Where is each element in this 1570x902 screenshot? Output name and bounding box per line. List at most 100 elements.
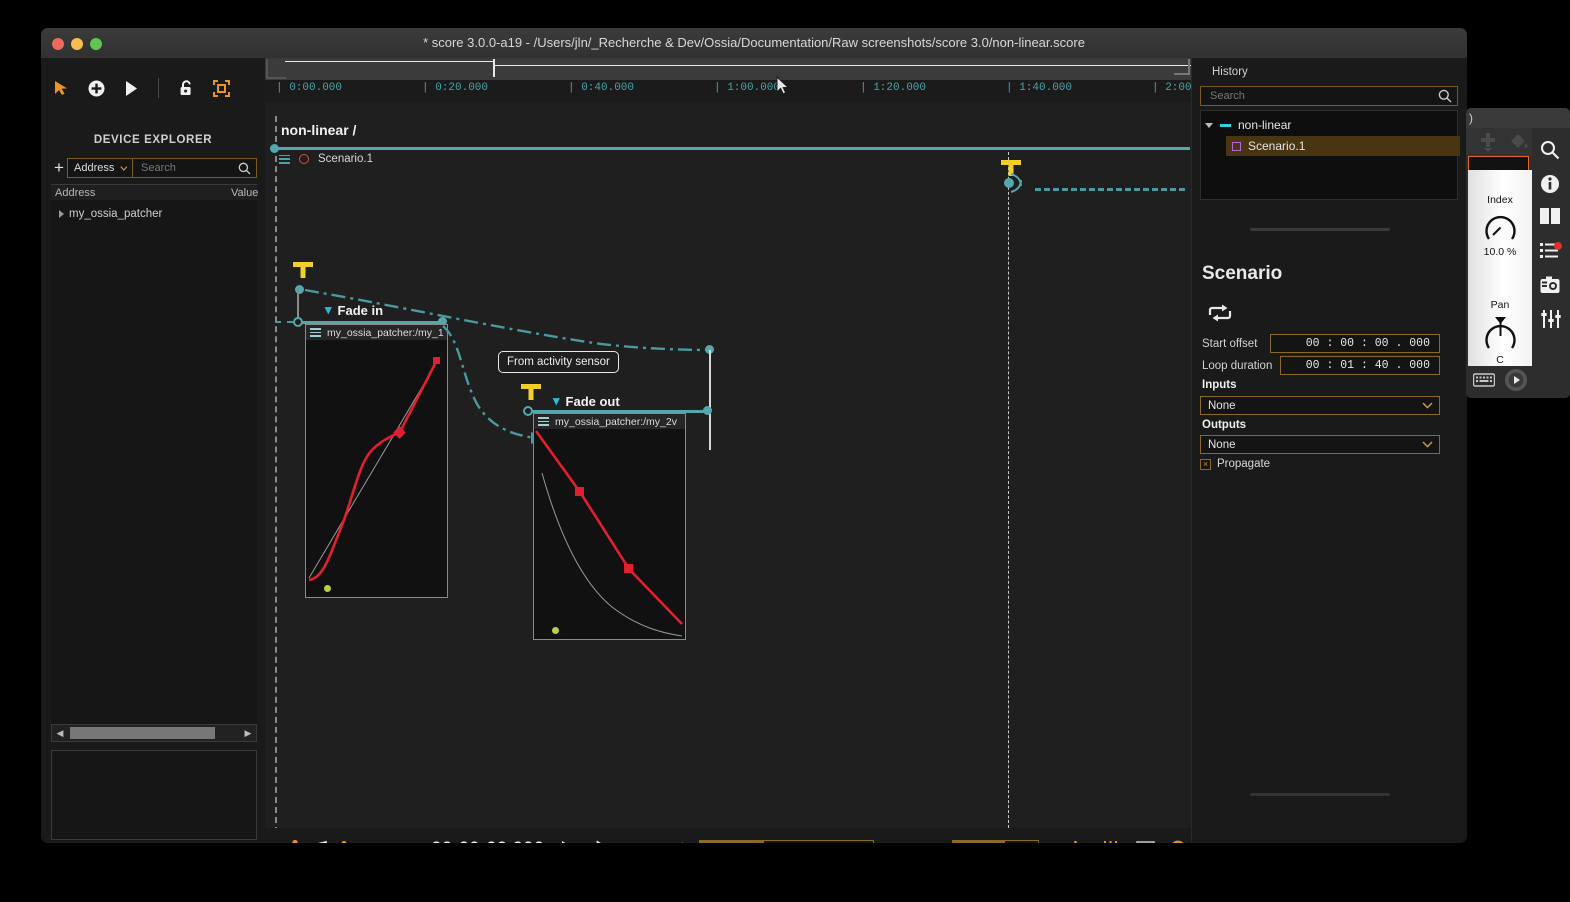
history-list[interactable]: non-linear Scenario.1 <box>1200 110 1460 200</box>
scroll-right-icon[interactable]: ▶ <box>240 725 256 741</box>
scenario-child-label: Scenario.1 <box>318 153 373 165</box>
camera-icon[interactable] <box>1540 276 1562 298</box>
scenario-canvas[interactable]: non-linear / Scenario.1 ▾ Fade in my_oss… <box>265 102 1191 843</box>
search-icon <box>1438 89 1452 103</box>
minimap-left-handle[interactable] <box>266 59 286 79</box>
start-offset-field[interactable]: 00 : 00 : 00 . 000 <box>1270 334 1440 353</box>
scrollbar-thumb[interactable] <box>70 727 215 739</box>
pan-knob[interactable] <box>1483 315 1518 353</box>
arrow-cursor-icon[interactable] <box>49 76 73 100</box>
propagate-checkbox[interactable]: × <box>1200 458 1211 470</box>
panel-divider[interactable] <box>1250 228 1390 231</box>
fade-out-start-marker[interactable] <box>552 627 559 634</box>
volume-field[interactable]: vol: -6.0 dB <box>952 840 1039 843</box>
menu-icon[interactable] <box>279 154 290 164</box>
fade-in-curve[interactable] <box>306 340 447 597</box>
history-item-non-linear[interactable]: non-linear <box>1205 115 1451 135</box>
fade-out-curve[interactable] <box>534 429 685 639</box>
sliders-icon[interactable] <box>1540 310 1562 332</box>
list-badge-icon[interactable] <box>1540 242 1562 264</box>
keyboard-icon[interactable] <box>1472 372 1495 393</box>
index-knob[interactable] <box>1483 210 1518 245</box>
caret-down-icon[interactable] <box>1205 122 1213 128</box>
right-branch-stem <box>709 350 711 450</box>
root-end-trigger[interactable] <box>985 160 1035 205</box>
expand-arrow-icon[interactable] <box>59 210 64 218</box>
device-tree-hscrollbar[interactable]: ◀ ▶ <box>51 724 257 742</box>
fade-out-automation-box[interactable]: my_ossia_patcher:/my_2v <box>533 413 686 640</box>
history-search-box[interactable] <box>1200 86 1458 106</box>
unlock-icon[interactable] <box>174 76 198 100</box>
console-icon[interactable] <box>1135 838 1156 843</box>
loop-icon[interactable] <box>1206 302 1234 324</box>
play-triangle-icon[interactable] <box>119 76 143 100</box>
mixer-icon[interactable] <box>1100 838 1121 843</box>
history-item-label: Scenario.1 <box>1248 139 1306 153</box>
timeline-ruler[interactable]: | 0:00.000 | 0:20.000 | 0:40.000 | 1:00.… <box>265 80 1198 103</box>
menu-icon[interactable] <box>538 417 549 426</box>
fade-out-title: Fade out <box>565 393 620 409</box>
fade-out-label[interactable]: ▾ Fade out <box>553 393 620 409</box>
curve-tool-icon[interactable] <box>341 838 363 843</box>
rewind-icon[interactable] <box>663 838 684 843</box>
max-patcher-window[interactable]: ) Index 10.0 % Pan C <box>1466 108 1570 398</box>
filter-mode-select[interactable]: Address <box>67 158 133 178</box>
max-window-titlebar[interactable]: ) <box>1466 108 1570 128</box>
add-device-button[interactable]: + <box>51 158 67 178</box>
root-interval-bar[interactable] <box>274 147 1190 150</box>
search-icon[interactable] <box>1540 140 1562 162</box>
scroll-left-icon[interactable]: ◀ <box>52 725 68 741</box>
max-window-title: ) <box>1469 111 1473 125</box>
max-bottom-bar <box>1468 366 1532 398</box>
scenario-comment[interactable]: From activity sensor <box>498 351 619 373</box>
root-dashed-continuation <box>1035 188 1185 191</box>
propagate-checkbox-row[interactable]: × Propagate <box>1200 458 1270 470</box>
device-search-box[interactable] <box>133 158 257 178</box>
history-search-input[interactable] <box>1208 89 1412 103</box>
scenario-icon[interactable] <box>279 838 300 843</box>
square-icon <box>1232 141 1241 151</box>
history-title: History <box>1212 66 1248 78</box>
score-editor: | 0:00.000 | 0:20.000 | 0:40.000 | 1:00.… <box>265 58 1198 843</box>
fade-out-address: my_ossia_patcher:/my_2v <box>555 415 677 428</box>
speed-field[interactable]: speed: × 1 .00 <box>698 840 875 843</box>
power-icon[interactable] <box>1065 838 1086 843</box>
stop-icon[interactable] <box>628 838 649 844</box>
ruler-tick-4: | 1:20.000 <box>860 82 927 94</box>
scenario-root-label: non-linear / <box>281 122 357 138</box>
ruler-tick-2: | 0:40.000 <box>568 82 635 94</box>
play-circle-icon[interactable] <box>1504 368 1528 397</box>
plus-circle-icon[interactable] <box>84 76 108 100</box>
play-outline-icon[interactable] <box>593 838 614 843</box>
tree-item-my-ossia-patcher[interactable]: my_ossia_patcher <box>51 206 162 222</box>
panel-divider-bottom[interactable] <box>1250 793 1390 796</box>
panel-icon[interactable] <box>1540 208 1562 230</box>
scrollbar-track[interactable] <box>68 725 240 741</box>
play-icon[interactable] <box>558 838 579 843</box>
search-icon[interactable] <box>1170 838 1191 843</box>
fade-out-end-node[interactable] <box>703 406 712 415</box>
history-item-label: non-linear <box>1238 118 1292 132</box>
device-search-input[interactable] <box>139 161 213 175</box>
fit-selection-icon[interactable] <box>209 76 233 100</box>
history-item-scenario-1[interactable]: Scenario.1 <box>1226 136 1460 156</box>
minimap-right-handle[interactable] <box>1174 59 1190 75</box>
loop-duration-label: Loop duration <box>1202 360 1273 372</box>
info-icon[interactable] <box>1540 174 1562 196</box>
start-offset-row: Start offset <box>1202 335 1257 353</box>
fade-in-start-marker[interactable] <box>324 585 331 592</box>
outputs-select[interactable]: None <box>1200 435 1440 454</box>
music-note-icon[interactable] <box>310 838 331 843</box>
transport-time[interactable]: 00:00:00.000 <box>431 839 544 844</box>
ruler-tick-3: | 1:00.000 <box>714 82 781 94</box>
mouse-cursor <box>776 76 790 95</box>
fade-out-box-header[interactable]: my_ossia_patcher:/my_2v <box>534 414 685 429</box>
inputs-select[interactable]: None <box>1200 396 1440 415</box>
timeline-minimap[interactable] <box>265 58 1195 80</box>
add-object-icon[interactable] <box>1478 130 1498 157</box>
paint-bucket-icon[interactable] <box>1509 131 1531 156</box>
scenario-child-row[interactable]: Scenario.1 <box>279 153 373 165</box>
dash-icon <box>1220 123 1231 127</box>
chevron-down-icon[interactable]: ▾ <box>553 393 560 409</box>
loop-duration-field[interactable]: 00 : 01 : 40 . 000 <box>1280 356 1440 375</box>
